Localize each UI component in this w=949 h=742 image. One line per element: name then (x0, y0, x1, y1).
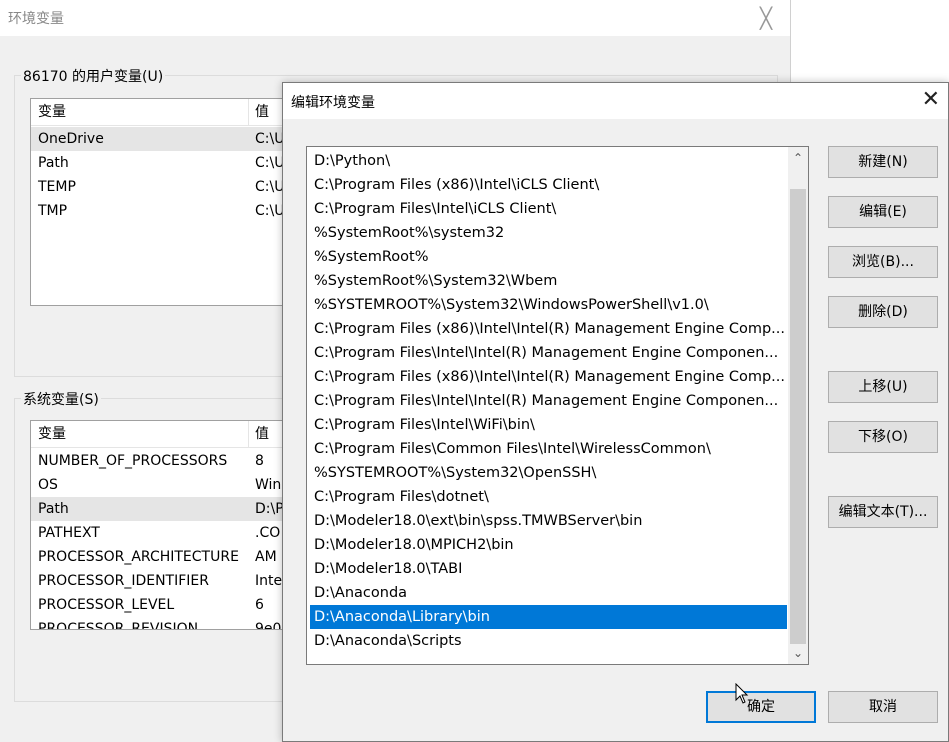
var-name: PROCESSOR_IDENTIFIER (38, 573, 209, 589)
var-name: Path (38, 501, 69, 517)
table-row[interactable]: TEMP C:\U (31, 175, 291, 199)
column-header-variable[interactable]: 变量 (31, 421, 248, 447)
edit-dialog-title: 编辑环境变量 (291, 95, 375, 111)
path-list[interactable]: D:\Python\ C:\Program Files (x86)\Intel\i… (306, 146, 809, 665)
path-list-item[interactable]: C:\Program Files\Intel\iCLS Client\ (310, 197, 787, 221)
system-vars-group-label: 系统变量(S) (21, 389, 101, 409)
var-value: D:\P (255, 501, 284, 517)
path-list-item[interactable]: C:\Program Files (x86)\Intel\Intel(R) Ma… (310, 365, 787, 389)
table-row[interactable]: PROCESSOR_LEVEL 6 (31, 593, 291, 617)
table-row[interactable]: Path C:\U (31, 151, 291, 175)
ok-button[interactable]: 确定 (706, 691, 816, 723)
scroll-up-icon[interactable]: ⌃ (788, 147, 808, 169)
var-value: AM (255, 549, 277, 565)
path-list-item[interactable]: %SystemRoot%\System32\Wbem (310, 269, 787, 293)
table-row[interactable]: PROCESSOR_REVISION 9e09 (31, 617, 291, 630)
var-value: C:\U (255, 203, 285, 219)
path-list-item[interactable]: D:\Modeler18.0\ext\bin\spss.TMWBServer\b… (310, 509, 787, 533)
move-down-button[interactable]: 下移(O) (828, 421, 938, 453)
var-name: OneDrive (38, 131, 104, 147)
system-vars-list[interactable]: 变量 值 NUMBER_OF_PROCESSORS 8 OS Win Path … (30, 420, 292, 630)
table-row[interactable]: PROCESSOR_IDENTIFIER Inte (31, 569, 291, 593)
edit-dialog-titlebar: 编辑环境变量 ✕ (283, 83, 948, 119)
user-vars-header: 变量 值 (31, 99, 291, 126)
var-name: TEMP (38, 179, 76, 195)
var-value: C:\U (255, 131, 285, 147)
path-list-item[interactable]: C:\Program Files (x86)\Intel\Intel(R) Ma… (310, 317, 787, 341)
var-name: OS (38, 477, 58, 493)
table-row[interactable]: TMP C:\U (31, 199, 291, 223)
var-value: 6 (255, 597, 264, 613)
scroll-down-icon[interactable]: ⌄ (788, 642, 808, 664)
path-list-item[interactable]: C:\Program Files\Intel\WiFi\bin\ (310, 413, 787, 437)
move-up-button[interactable]: 上移(U) (828, 371, 938, 403)
system-vars-header: 变量 值 (31, 421, 291, 448)
cancel-button[interactable]: 取消 (828, 691, 938, 723)
new-button[interactable]: 新建(N) (828, 146, 938, 178)
table-row[interactable]: OS Win (31, 473, 291, 497)
browse-button[interactable]: 浏览(B)... (828, 246, 938, 278)
close-icon[interactable]: ✕ (922, 87, 940, 113)
var-value: Win (255, 477, 282, 493)
var-value: Inte (255, 573, 283, 589)
var-name: PROCESSOR_ARCHITECTURE (38, 549, 239, 565)
var-value: 8 (255, 453, 264, 469)
path-list-item[interactable]: D:\Anaconda (310, 581, 787, 605)
path-list-item[interactable]: D:\Anaconda\Scripts (310, 629, 787, 653)
column-header-variable[interactable]: 变量 (31, 99, 248, 125)
path-list-item[interactable]: C:\Program Files\Intel\Intel(R) Manageme… (310, 341, 787, 365)
table-row[interactable]: Path D:\P (31, 497, 291, 521)
path-list-item[interactable]: C:\Program Files (x86)\Intel\iCLS Client… (310, 173, 787, 197)
bg-close-icon[interactable]: ╳ (760, 6, 772, 30)
var-name: PATHEXT (38, 525, 100, 541)
var-name: TMP (38, 203, 68, 219)
table-row[interactable]: PROCESSOR_ARCHITECTURE AM (31, 545, 291, 569)
path-list-item[interactable]: D:\Python\ (310, 149, 787, 173)
bg-window-title: 环境变量 (8, 11, 64, 27)
table-row[interactable]: OneDrive C:\U (31, 127, 291, 151)
mouse-pointer-icon (735, 683, 749, 704)
var-value: C:\U (255, 179, 285, 195)
path-list-item[interactable]: %SystemRoot%\system32 (310, 221, 787, 245)
path-list-item[interactable]: %SYSTEMROOT%\System32\OpenSSH\ (310, 461, 787, 485)
var-name: PROCESSOR_REVISION (38, 621, 199, 630)
path-list-item[interactable]: %SYSTEMROOT%\System32\WindowsPowerShell\… (310, 293, 787, 317)
path-list-item[interactable]: C:\Program Files\Intel\Intel(R) Manageme… (310, 389, 787, 413)
var-name: NUMBER_OF_PROCESSORS (38, 453, 228, 469)
var-name: PROCESSOR_LEVEL (38, 597, 175, 613)
table-row[interactable]: NUMBER_OF_PROCESSORS 8 (31, 449, 291, 473)
user-vars-group-label: 86170 的用户变量(U) (21, 66, 166, 86)
path-list-item[interactable]: C:\Program Files\dotnet\ (310, 485, 787, 509)
table-row[interactable]: PATHEXT .CO (31, 521, 291, 545)
scrollbar-thumb[interactable] (790, 189, 806, 644)
path-list-scrollbar[interactable]: ⌃ ⌄ (788, 147, 808, 664)
bg-titlebar: 环境变量 ╳ (0, 0, 790, 36)
var-value: C:\U (255, 155, 285, 171)
path-list-item[interactable]: C:\Program Files\Common Files\Intel\Wire… (310, 437, 787, 461)
delete-button[interactable]: 删除(D) (828, 296, 938, 328)
edit-button[interactable]: 编辑(E) (828, 196, 938, 228)
edit-text-button[interactable]: 编辑文本(T)... (828, 496, 938, 528)
var-value: .CO (255, 525, 281, 541)
path-list-item[interactable]: D:\Anaconda\Library\bin (310, 605, 787, 629)
path-list-item[interactable]: %SystemRoot% (310, 245, 787, 269)
path-list-item[interactable]: D:\Modeler18.0\MPICH2\bin (310, 533, 787, 557)
edit-environment-variable-dialog: 编辑环境变量 ✕ D:\Python\ C:\Program Files (x86… (282, 82, 949, 742)
var-name: Path (38, 155, 69, 171)
path-list-item[interactable]: D:\Modeler18.0\TABI (310, 557, 787, 581)
user-vars-list[interactable]: 变量 值 OneDrive C:\U Path C:\U TEMP C:\U T… (30, 98, 292, 306)
